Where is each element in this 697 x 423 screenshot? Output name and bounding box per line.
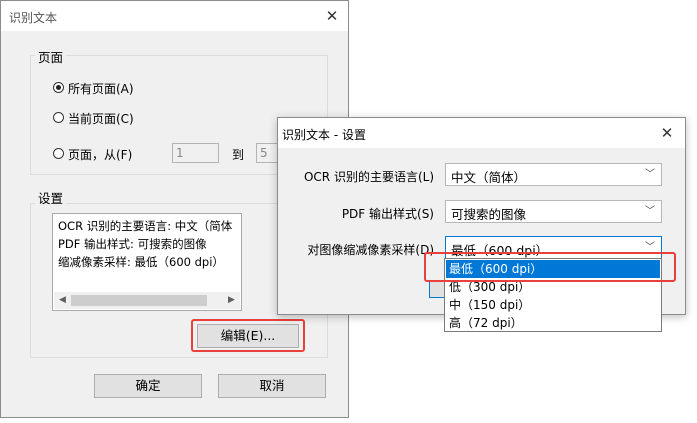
page-from-input[interactable]: 1 <box>172 143 219 163</box>
pdf-output-style-label: PDF 输出样式(S) <box>341 207 434 221</box>
title-bar: 识别文本 ✕ <box>1 1 348 31</box>
pdf-output-style-select[interactable]: 可搜索的图像 ﹀ <box>445 200 662 223</box>
ocr-language-value: 中文（简体） <box>451 170 527 185</box>
radio-page-range[interactable] <box>53 148 64 159</box>
ok-button[interactable]: 确定 <box>94 374 202 398</box>
page-to-label: 到 <box>232 148 245 162</box>
horizontal-scrollbar[interactable]: ◀ ▶ <box>54 292 240 309</box>
close-icon[interactable]: ✕ <box>314 1 350 31</box>
radio-all-pages-label[interactable]: 所有页面(A) <box>68 80 134 97</box>
radio-page-range-label[interactable]: 页面，从(F) <box>68 146 132 163</box>
option-medium-150dpi[interactable]: 中（150 dpi） <box>446 296 660 314</box>
settings-summary-box[interactable]: OCR 识别的主要语言: 中文（简体 PDF 输出样式: 可搜索的图像 缩减像素… <box>52 213 242 311</box>
downsample-label: 对图像缩减像素采样(D) <box>307 243 434 257</box>
summary-line-downsample: 缩减像素采样: 最低（600 dpi） <box>58 255 224 269</box>
pages-group-label: 页面 <box>35 47 67 66</box>
cancel-button[interactable]: 取消 <box>218 374 326 398</box>
chevron-down-icon: ﹀ <box>645 169 655 180</box>
option-high-72dpi[interactable]: 高（72 dpi） <box>446 314 660 332</box>
chevron-down-icon: ﹀ <box>645 206 655 217</box>
ocr-language-select[interactable]: 中文（简体） ﹀ <box>445 163 662 186</box>
dialog-title: 识别文本 <box>9 11 58 25</box>
settings-dialog-title: 识别文本 - 设置 <box>282 128 366 142</box>
radio-all-pages[interactable] <box>53 82 64 93</box>
scroll-right-icon[interactable]: ▶ <box>223 292 240 309</box>
pdf-output-style-value: 可搜索的图像 <box>451 207 527 222</box>
summary-line-pdf: PDF 输出样式: 可搜索的图像 <box>58 237 207 251</box>
settings-group-label: 设置 <box>35 188 67 207</box>
radio-current-page-label[interactable]: 当前页面(C) <box>68 110 134 127</box>
scrollbar-thumb[interactable] <box>71 295 207 306</box>
dropdown-option-highlight <box>424 252 676 282</box>
ocr-language-label: OCR 识别的主要语言(L) <box>303 170 434 184</box>
settings-close-icon[interactable]: ✕ <box>649 118 685 148</box>
summary-line-ocr: OCR 识别的主要语言: 中文（简体 <box>58 219 233 233</box>
radio-current-page[interactable] <box>53 112 64 123</box>
settings-title-bar: 识别文本 - 设置 ✕ <box>278 118 685 148</box>
scroll-left-icon[interactable]: ◀ <box>54 292 71 309</box>
edit-button-highlight <box>191 319 305 352</box>
